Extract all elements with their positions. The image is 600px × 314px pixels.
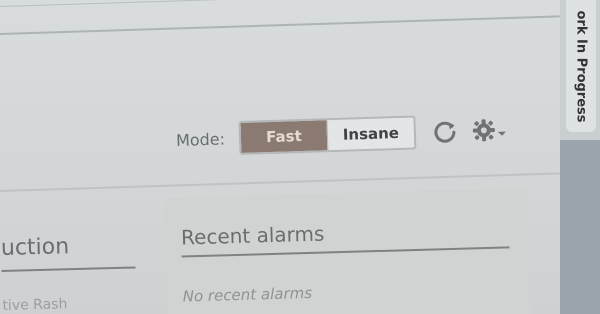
- left-panel: uction tive Rash: [0, 208, 153, 314]
- left-panel-underline: [1, 266, 136, 272]
- mode-toggle: Fast Insane: [238, 115, 417, 156]
- recent-alarms-empty-text: No recent alarms: [182, 283, 313, 306]
- chevron-down-icon: [497, 131, 506, 136]
- work-in-progress-tab[interactable]: ork In Progress: [566, 0, 596, 132]
- mode-label: Mode:: [175, 128, 226, 150]
- main-window: Mode: Fast Insane uction tive Rash Recen…: [0, 0, 560, 314]
- mode-insane-button[interactable]: Insane: [326, 117, 415, 151]
- refresh-icon[interactable]: [431, 118, 458, 145]
- mode-fast-button[interactable]: Fast: [240, 120, 328, 153]
- work-in-progress-label: ork In Progress: [573, 9, 589, 123]
- mode-toolbar: Mode: Fast Insane: [175, 108, 546, 160]
- header-edge-line: [0, 0, 560, 7]
- left-panel-title: uction: [0, 234, 70, 261]
- header-divider: [0, 15, 560, 35]
- recent-alarms-title: Recent alarms: [180, 221, 325, 250]
- recent-alarms-panel: Recent alarms No recent alarms: [164, 187, 532, 314]
- gear-icon[interactable]: [471, 116, 512, 143]
- left-panel-text: tive Rash: [2, 296, 68, 314]
